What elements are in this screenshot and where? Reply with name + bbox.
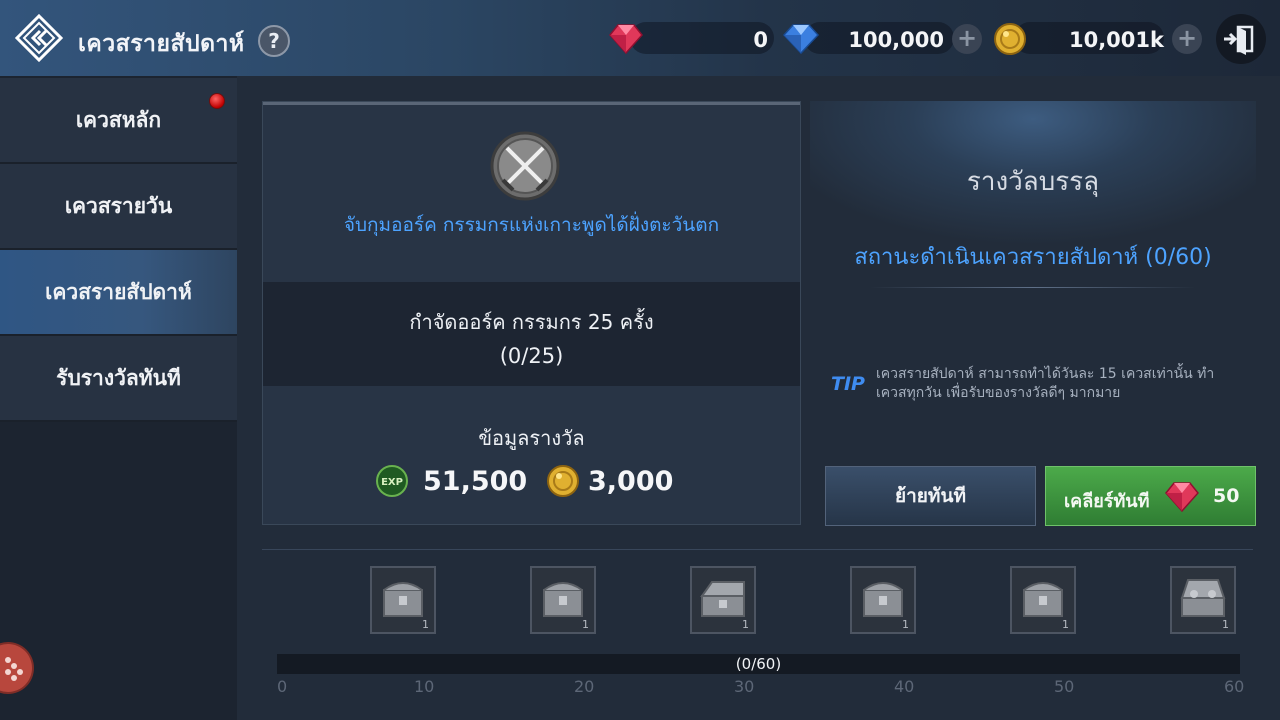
tick-label: 50 (1054, 677, 1075, 696)
chest-count: 1 (582, 618, 589, 631)
sidebar-item-label: เควสรายวัน (64, 194, 173, 218)
chest-count: 1 (422, 618, 429, 631)
chest-count: 1 (902, 618, 909, 631)
clear-now-button[interactable]: เคลียร์ทันที 50 (1045, 466, 1256, 526)
achievement-panel: รางวัลบรรลุ สถานะดำเนินเควสรายสัปดาห์ (0… (810, 101, 1256, 461)
blue-gem-icon (782, 24, 820, 55)
gold-coin-icon (994, 23, 1026, 55)
achievement-title: รางวัลบรรลุ (966, 167, 1100, 197)
milestone-chest-3[interactable]: 1 (690, 566, 756, 634)
back-icon[interactable] (15, 14, 63, 62)
sidebar-item-weekly-quest[interactable]: เควสรายสัปดาห์ (0, 250, 237, 336)
clear-cost: 50 (1213, 485, 1240, 507)
blue-gem-currency: 100,000 + (780, 18, 988, 58)
blue-gem-amount: 100,000 (848, 28, 944, 52)
move-now-button[interactable]: ย้ายทันที (825, 466, 1036, 526)
milestone-chest-2[interactable]: 1 (530, 566, 596, 634)
sidebar-item-label: รับรางวัลทันที (56, 366, 181, 390)
gold-currency: 10,001k + (990, 18, 1204, 58)
tick-label: 20 (574, 677, 595, 696)
exit-door-icon (1224, 25, 1254, 55)
exp-reward-amount: 51,500 (423, 466, 528, 497)
notification-dot (209, 93, 225, 109)
gold-amount: 10,001k (1068, 28, 1164, 52)
tick-label: 10 (414, 677, 435, 696)
tick-label: 40 (894, 677, 915, 696)
svg-text:EXP: EXP (381, 477, 403, 488)
sidebar-item-daily-quest[interactable]: เควสรายวัน (0, 164, 237, 250)
red-gem-amount: 0 (753, 28, 768, 52)
crossed-swords-icon (490, 131, 560, 201)
sidebar-item-instant-reward[interactable]: รับรางวัลทันที (0, 336, 237, 422)
progress-label: (0/60) (735, 655, 782, 673)
dots-grid-icon (5, 657, 23, 681)
milestone-chest-4[interactable]: 1 (850, 566, 916, 634)
milestone-chest-1[interactable]: 1 (370, 566, 436, 634)
sidebar-item-label: เควสรายสัปดาห์ (45, 280, 192, 304)
page-title: เควสรายสัปดาห์ (78, 31, 245, 57)
quest-objective: กำจัดออร์ค กรรมกร 25 ครั้ง (409, 310, 654, 334)
red-gem-currency: 0 (606, 18, 774, 58)
red-gem-icon (609, 24, 643, 55)
clear-now-label: เคลียร์ทันที (1064, 491, 1150, 512)
exit-button[interactable] (1216, 14, 1266, 64)
quest-progress: (0/25) (499, 344, 564, 368)
milestone-chest-6[interactable]: 1 (1170, 566, 1236, 634)
gold-coin-icon (547, 465, 579, 497)
top-bar: เควสรายสัปดาห์ ? 0 100,000 + 10,001k + (0, 0, 1280, 77)
quest-objective-band: กำจัดออร์ค กรรมกร 25 ครั้ง (0/25) (263, 282, 800, 386)
quest-card: จับกุมออร์ค กรรมกรแห่งเกาะพูดได้ฝั่งตะวั… (262, 101, 801, 525)
red-gem-icon (1165, 482, 1199, 513)
weekly-progress-bar: (0/60) (277, 654, 1240, 674)
chest-count: 1 (742, 618, 749, 631)
tip-text: เควสรายสัปดาห์ สามารถทำได้วันละ 15 เควสเ… (876, 366, 1215, 401)
sidebar-item-main-quest[interactable]: เควสหลัก (0, 78, 237, 164)
chest-count: 1 (1062, 618, 1069, 631)
help-button[interactable]: ? (258, 25, 290, 57)
tip-label: TIP (831, 373, 865, 395)
floating-menu-button[interactable] (0, 644, 32, 692)
tick-label: 60 (1224, 677, 1245, 696)
reward-info-title: ข้อมูลรางวัล (478, 426, 585, 450)
sidebar-item-label: เควสหลัก (75, 108, 162, 132)
exp-orb-icon: EXP (376, 465, 408, 497)
add-blue-gem-button[interactable]: + (952, 24, 982, 54)
tick-label: 30 (734, 677, 755, 696)
chest-count: 1 (1222, 618, 1229, 631)
divider (262, 549, 1253, 550)
quest-name: จับกุมออร์ค กรรมกรแห่งเกาะพูดได้ฝั่งตะวั… (343, 214, 720, 236)
weekly-status: สถานะดำเนินเควสรายสัปดาห์ (0/60) (854, 245, 1212, 270)
add-gold-button[interactable]: + (1172, 24, 1202, 54)
gold-reward-amount: 3,000 (588, 466, 674, 497)
divider (870, 287, 1196, 288)
tick-label: 0 (277, 677, 288, 696)
milestone-chest-5[interactable]: 1 (1010, 566, 1076, 634)
